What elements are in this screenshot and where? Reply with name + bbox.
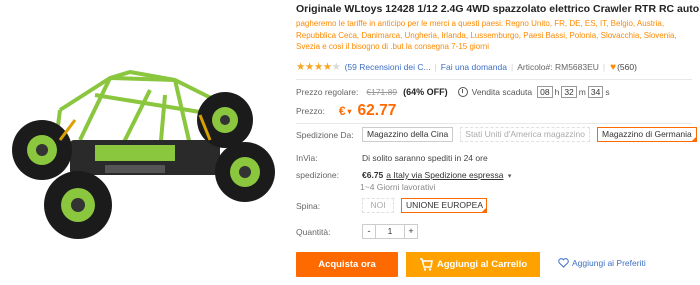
dispatch-row: InVia: Di solito saranno spediti in 24 o… bbox=[296, 153, 488, 163]
product-title: Originale WLtoys 12428 1/12 2.4G 4WD spa… bbox=[296, 3, 700, 15]
warehouse-germany-button[interactable]: Magazzino di Germania bbox=[597, 127, 697, 142]
plug-eu-button[interactable]: UNIONE EUROPEA bbox=[401, 198, 487, 213]
divider-line bbox=[296, 123, 692, 124]
warehouse-china-button[interactable]: Magazzino della Cina bbox=[362, 127, 454, 142]
plug-us-button[interactable]: NOI bbox=[362, 198, 394, 213]
plug-label: Spina: bbox=[296, 200, 321, 211]
shipping-label: spedizione: bbox=[296, 170, 340, 180]
price-label: Prezzo: bbox=[296, 106, 325, 116]
dispatch-value: Di solito saranno spediti in 24 ore bbox=[362, 153, 488, 163]
buy-now-button[interactable]: Acquista ora bbox=[296, 252, 398, 277]
warehouse-label: Spedizione Da: bbox=[296, 129, 354, 140]
favorites-count: (560) bbox=[617, 62, 637, 72]
ask-question-link[interactable]: Fai una domanda bbox=[441, 62, 507, 72]
countdown-seconds: 34 bbox=[587, 86, 604, 98]
quantity-label: Quantità: bbox=[296, 226, 331, 237]
warehouse-row: Spedizione Da: Magazzino della Cina Stat… bbox=[296, 127, 700, 142]
countdown-hours: 08 bbox=[537, 86, 553, 98]
rc-car-illustration bbox=[12, 70, 275, 239]
heart-icon[interactable]: ♥ bbox=[610, 62, 616, 73]
star-rating: ★★★★★ bbox=[296, 61, 341, 73]
current-price: 62.77 bbox=[357, 102, 397, 119]
add-to-cart-button[interactable]: Aggiungi al Carrello bbox=[406, 252, 540, 277]
quantity-input[interactable]: 1 bbox=[376, 224, 404, 239]
regular-price-row: Prezzo regolare: €171.89 (64% OFF) Vendi… bbox=[296, 86, 610, 98]
reviews-link[interactable]: (59 Recensioni dei C... bbox=[345, 62, 431, 72]
cart-icon bbox=[419, 258, 433, 271]
shipping-notice: pagheremo le tariffe in anticipo per le … bbox=[296, 19, 677, 51]
divider: | bbox=[434, 62, 437, 72]
currency-selector[interactable]: € ▾ bbox=[339, 104, 352, 118]
chevron-down-icon: ▾ bbox=[507, 173, 512, 180]
quantity-increase-button[interactable]: + bbox=[404, 224, 418, 239]
discount-badge: (64% OFF) bbox=[403, 87, 448, 97]
divider: | bbox=[510, 62, 514, 72]
hours-unit: h bbox=[554, 87, 560, 97]
dispatch-label: InVia: bbox=[296, 153, 318, 163]
shipping-row: spedizione: €6.75 a Italy via Spedizione… bbox=[296, 170, 511, 180]
add-to-cart-label: Aggiungi al Carrello bbox=[436, 259, 528, 270]
warehouse-usa-button[interactable]: Stati Uniti d'America magazzino bbox=[460, 127, 591, 142]
flash-sale-label: Vendita scaduta bbox=[471, 87, 533, 97]
heart-outline-icon bbox=[558, 258, 569, 268]
product-image[interactable] bbox=[0, 0, 285, 285]
delivery-days: 1~4 Giorni lavorativi bbox=[360, 182, 436, 192]
chevron-down-icon: ▾ bbox=[347, 106, 352, 116]
wishlist-button[interactable]: Aggiungi ai Preferiti bbox=[558, 258, 646, 268]
price-row: Prezzo: € ▾ 62.77 bbox=[296, 101, 396, 121]
shipping-price: €6.75 bbox=[362, 170, 384, 180]
clock-icon bbox=[457, 87, 468, 97]
seconds-unit: s bbox=[605, 87, 610, 97]
shipping-method-selector[interactable]: a Italy via Spedizione espressa ▾ bbox=[386, 170, 511, 180]
sku-label: Articolo#: RM5683EU bbox=[517, 62, 599, 72]
divider-line bbox=[296, 79, 692, 80]
countdown-minutes: 32 bbox=[561, 86, 577, 98]
shipping-method: a Italy via Spedizione espressa bbox=[386, 170, 504, 180]
plug-row: Spina: NOI UNIONE EUROPEA bbox=[296, 198, 494, 213]
quantity-row: Quantità: - 1 + bbox=[296, 224, 418, 239]
quantity-decrease-button[interactable]: - bbox=[362, 224, 376, 239]
regular-price-label: Prezzo regolare: bbox=[296, 87, 359, 97]
minutes-unit: m bbox=[578, 87, 586, 97]
currency-symbol: € bbox=[338, 104, 346, 118]
wishlist-label: Aggiungi ai Preferiti bbox=[572, 258, 646, 268]
regular-price: €171.89 bbox=[366, 87, 398, 97]
rating-row: ★★★★★ (59 Recensioni dei C... | Fai una … bbox=[296, 61, 637, 73]
quantity-stepper: - 1 + bbox=[362, 224, 418, 239]
divider: | bbox=[602, 62, 606, 72]
